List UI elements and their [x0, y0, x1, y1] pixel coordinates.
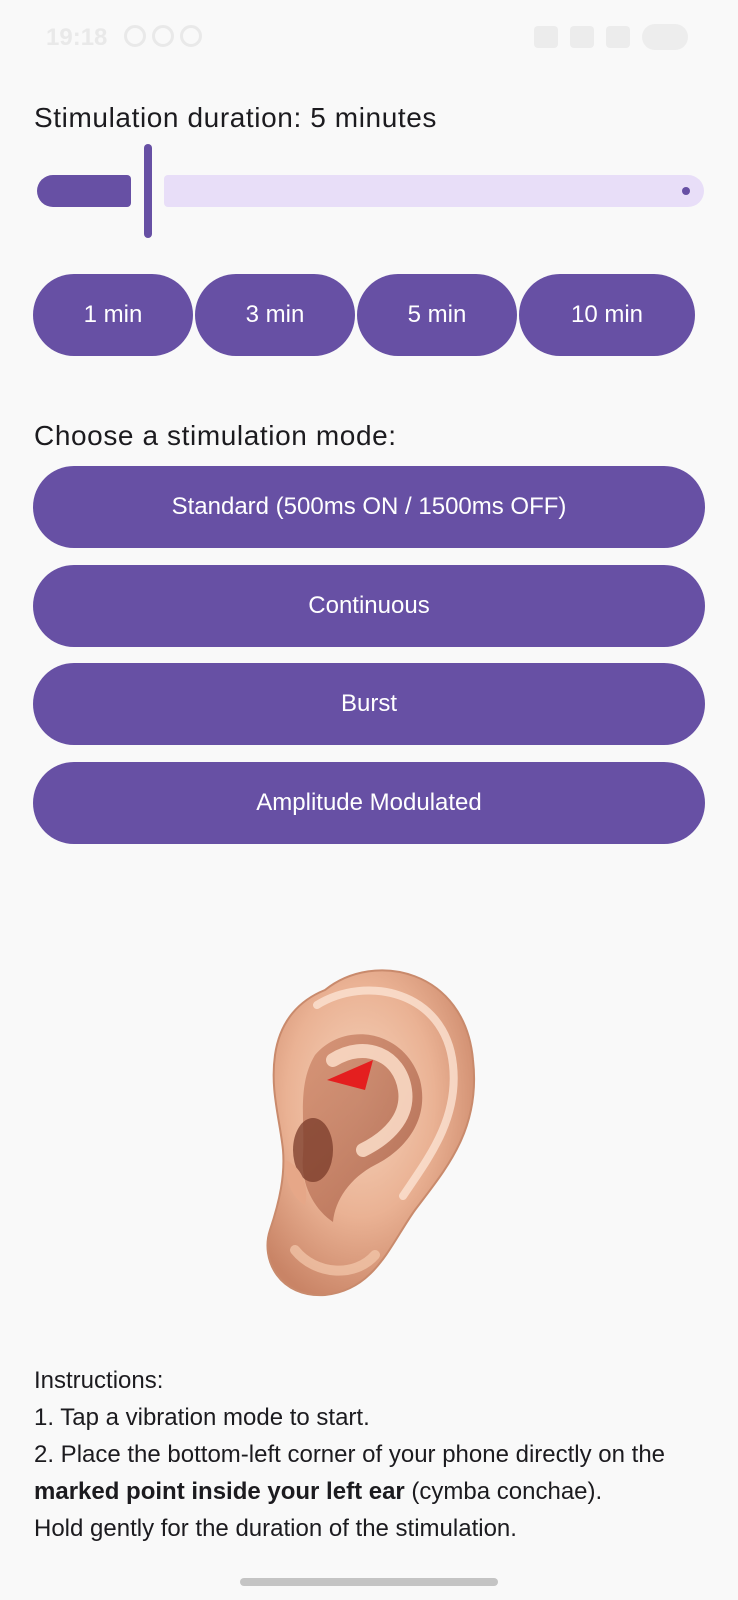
status-bar: 19:18 — [0, 0, 738, 80]
mode-amplitude-modulated-button[interactable]: Amplitude Modulated — [33, 762, 705, 844]
duration-slider[interactable] — [34, 144, 704, 238]
signal-icon — [606, 26, 630, 48]
battery-icon — [642, 24, 688, 50]
slider-inactive-track — [164, 175, 704, 207]
notification-icon — [152, 25, 174, 47]
duration-label: Stimulation duration: 5 minutes — [34, 102, 438, 133]
wifi-icon — [570, 26, 594, 48]
preset-3-min-button[interactable]: 3 min — [195, 274, 355, 356]
slider-stop-indicator — [682, 187, 690, 195]
mode-burst-button[interactable]: Burst — [33, 663, 705, 745]
status-time: 19:18 — [46, 24, 108, 51]
instructions-step-2-bold: marked point inside your left ear — [34, 1478, 405, 1505]
instructions: Instructions: 1. Tap a vibration mode to… — [34, 1362, 714, 1547]
instructions-step-2-text-a: 2. Place the bottom-left corner of your … — [34, 1441, 666, 1468]
preset-5-min-button[interactable]: 5 min — [357, 274, 517, 356]
slider-active-track — [37, 175, 131, 207]
duration-presets: 1 min 3 min 5 min 10 min — [33, 274, 705, 356]
mode-label: Choose a stimulation mode: — [34, 420, 397, 451]
instructions-step-2: 2. Place the bottom-left corner of your … — [34, 1436, 714, 1510]
instructions-step-2-text-b: (cymba conchae). — [404, 1478, 603, 1505]
status-system-icons — [534, 24, 688, 50]
ear-illustration — [255, 960, 491, 1300]
notification-icon — [180, 25, 202, 47]
preset-10-min-button[interactable]: 10 min — [519, 274, 695, 356]
home-indicator[interactable] — [240, 1578, 498, 1586]
mode-continuous-button[interactable]: Continuous — [33, 565, 705, 647]
instructions-step-1: 1. Tap a vibration mode to start. — [34, 1404, 370, 1431]
notification-icon — [124, 25, 146, 47]
preset-1-min-button[interactable]: 1 min — [33, 274, 193, 356]
slider-thumb[interactable] — [144, 144, 152, 238]
mute-icon — [534, 26, 558, 48]
mode-standard-button[interactable]: Standard (500ms ON / 1500ms OFF) — [33, 466, 705, 548]
status-notification-icons — [124, 25, 202, 47]
instructions-heading: Instructions: — [34, 1367, 164, 1394]
instructions-step-3: Hold gently for the duration of the stim… — [34, 1515, 517, 1542]
